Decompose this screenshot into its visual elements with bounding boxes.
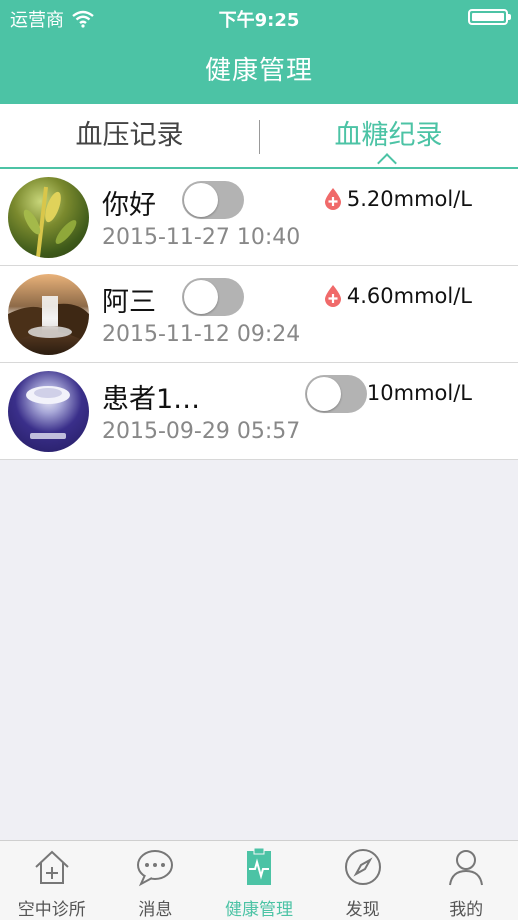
tab-blood-pressure[interactable]: 血压记录 (0, 104, 259, 168)
patient-name: 患者1… (102, 384, 201, 415)
list-item[interactable]: 你好 5.20mmol/L 2015-11-27 10:40 (0, 169, 518, 266)
battery-icon (468, 9, 511, 25)
record-type-tabs: 血压记录 血糖纪录 (0, 104, 518, 170)
record-date: 2015-09-29 05:57 (102, 419, 301, 444)
blood-drop-icon (324, 188, 341, 210)
tabbar-item-health[interactable]: 健康管理 (207, 841, 311, 920)
app-header: 运营商 下午9:25 健康管理 (0, 0, 518, 104)
health-clipboard-icon (246, 847, 271, 885)
compass-icon (344, 849, 381, 885)
glucose-value-text: 10mmol/L (366, 381, 472, 405)
tabbar-label: 我的 (449, 900, 484, 920)
tabbar-item-discover[interactable]: 发现 (311, 841, 415, 920)
patient-name: 你好 (102, 190, 156, 221)
list-item[interactable]: 阿三 4.60mmol/L 2015-11-12 09:24 (0, 266, 518, 363)
record-toggle[interactable] (182, 181, 244, 219)
bottom-tab-bar: 空中诊所 消息 健康管理 发现 我的 (0, 840, 518, 920)
record-date: 2015-11-12 09:24 (102, 322, 301, 347)
status-bar: 运营商 下午9:25 (0, 0, 518, 34)
person-icon (449, 850, 484, 886)
glucose-value: 10mmol/L (367, 381, 472, 405)
avatar (8, 177, 89, 258)
tabbar-label: 消息 (138, 900, 173, 920)
tabbar-label: 空中诊所 (17, 900, 86, 920)
chat-bubble-icon (137, 850, 174, 887)
record-list: 你好 5.20mmol/L 2015-11-27 10:40 阿三 4.60mm… (0, 169, 518, 460)
patient-name: 阿三 (102, 287, 156, 318)
record-date: 2015-11-27 10:40 (102, 225, 301, 250)
glucose-value-text: 4.60mmol/L (346, 284, 472, 308)
tabbar-item-messages[interactable]: 消息 (104, 841, 208, 920)
glucose-value: 5.20mmol/L (323, 187, 472, 211)
record-toggle[interactable] (182, 278, 244, 316)
glucose-value-text: 5.20mmol/L (346, 187, 472, 211)
avatar (8, 371, 89, 452)
status-time: 下午9:25 (218, 10, 300, 31)
tabbar-item-clinic[interactable]: 空中诊所 (0, 841, 104, 920)
tabbar-label: 发现 (345, 900, 380, 920)
house-plus-icon (35, 850, 69, 884)
list-item[interactable]: 患者1… 10mmol/L 2015-09-29 05:57 (0, 363, 518, 460)
blood-drop-icon (324, 285, 341, 307)
page-title: 健康管理 (204, 56, 313, 86)
tabbar-item-me[interactable]: 我的 (414, 841, 518, 920)
record-toggle[interactable] (305, 375, 367, 413)
avatar (8, 274, 89, 355)
tabbar-label: 健康管理 (224, 900, 293, 920)
glucose-value: 4.60mmol/L (323, 284, 472, 308)
